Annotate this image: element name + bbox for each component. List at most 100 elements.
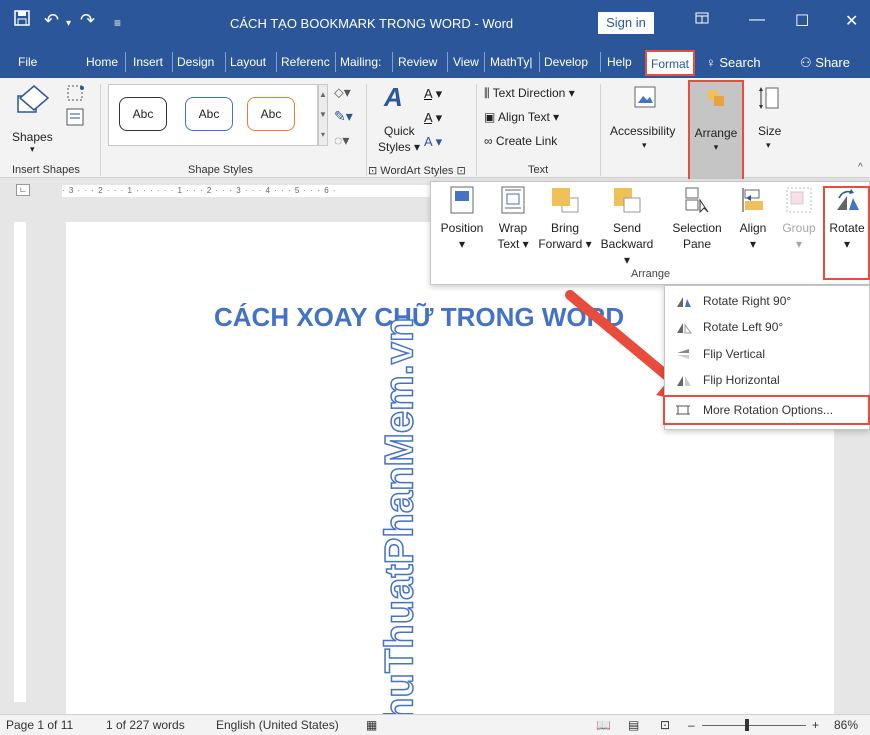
macro-icon[interactable]: ▦ — [366, 718, 377, 732]
text-direction-button[interactable]: ⫼ Text Direction ▾ — [484, 86, 575, 101]
tab-mathtype[interactable]: MathTy| — [490, 55, 532, 69]
tab-home[interactable]: Home — [86, 55, 118, 69]
wrap-text-icon — [501, 186, 525, 214]
flip-vertical-item[interactable]: Flip Vertical — [665, 341, 870, 367]
position-icon — [450, 186, 474, 214]
arrange-dropdown-icon: ▾ — [713, 142, 719, 152]
rotate-highlight — [823, 186, 870, 280]
shape-fill-icon[interactable]: ⬦▾ — [334, 84, 351, 101]
accessibility-label: Accessibility — [610, 124, 676, 138]
save-icon[interactable] — [14, 10, 30, 30]
print-layout-icon[interactable]: ▤ — [628, 718, 639, 732]
shape-style-1[interactable]: Abc — [119, 97, 167, 131]
flip-horizontal-icon — [677, 376, 691, 386]
wordart-styles-group-label: ⊡ WordArt Styles ⊡ — [368, 165, 466, 177]
selection-pane-button[interactable]: Selection Pane — [667, 186, 727, 252]
shapes-dropdown-icon[interactable]: ▾ — [30, 144, 35, 155]
align-icon — [742, 188, 763, 212]
shapes-icon[interactable] — [16, 82, 52, 125]
rotate-left-icon — [677, 323, 692, 334]
tab-review[interactable]: Review — [398, 55, 437, 69]
accessibility-dropdown-icon[interactable]: ▾ — [642, 140, 647, 151]
wrap-text-button[interactable]: Wrap Text ▾ — [491, 186, 535, 252]
group-button[interactable]: Group ▾ — [777, 186, 821, 252]
size-dropdown-icon[interactable]: ▾ — [766, 140, 771, 151]
language-status[interactable]: English (United States) — [216, 718, 339, 732]
shape-effects-icon[interactable]: ◌▾ — [334, 132, 349, 149]
arrange-button[interactable]: Arrange ▾ — [688, 80, 744, 181]
ribbon-display-options-icon[interactable] — [695, 11, 709, 29]
minimize-icon[interactable]: — — [749, 11, 765, 29]
undo-dropdown-icon[interactable]: ▾ — [66, 14, 71, 34]
zoom-slider[interactable] — [702, 725, 806, 726]
text-fill-icon[interactable]: A ▾ — [424, 86, 442, 102]
vertical-ruler[interactable] — [14, 222, 26, 702]
zoom-slider-thumb[interactable] — [745, 719, 749, 731]
lightbulb-icon: ♀ — [706, 55, 716, 70]
tab-file[interactable]: File — [18, 55, 37, 69]
page-count[interactable]: Page 1 of 11 — [6, 718, 73, 732]
shapes-label: Shapes — [12, 130, 53, 144]
tab-format[interactable]: Format — [645, 50, 695, 76]
web-layout-icon[interactable]: ⊡ — [660, 718, 670, 732]
svg-text:A: A — [383, 82, 403, 112]
rotated-text-box[interactable]: ThuThuatPhanMem.vn — [377, 317, 423, 735]
flip-vertical-icon — [677, 349, 689, 359]
tab-mailings[interactable]: Mailing: — [340, 55, 381, 69]
text-outline-icon[interactable]: A ▾ — [424, 110, 442, 126]
arrange-dropdown-panel: Position ▾ Wrap Text ▾ Bring Forward ▾ Send… — [430, 181, 870, 285]
read-mode-icon[interactable]: 📖 — [596, 718, 611, 732]
create-link-button[interactable]: ∞ Create Link — [484, 134, 557, 148]
customize-qat-icon[interactable]: ≡ — [114, 13, 121, 33]
text-effects-icon[interactable]: A ▾ — [424, 134, 442, 150]
gallery-scroll[interactable]: ▲ ▼ ▾ — [318, 84, 328, 146]
close-icon[interactable]: ✕ — [845, 11, 858, 31]
word-count[interactable]: 1 of 227 words — [106, 718, 185, 732]
tab-insert[interactable]: Insert — [133, 55, 163, 69]
alt-text-icon[interactable] — [634, 86, 656, 111]
zoom-out-button[interactable]: – — [688, 718, 695, 732]
collapse-ribbon-icon[interactable]: ^ — [858, 162, 863, 173]
tab-view[interactable]: View — [453, 55, 479, 69]
rotate-right-item[interactable]: Rotate Right 90° — [665, 288, 870, 314]
bring-forward-button[interactable]: Bring Forward ▾ — [537, 186, 593, 252]
tab-references[interactable]: Referenc — [281, 55, 330, 69]
tab-layout[interactable]: Layout — [230, 55, 266, 69]
arrange-group-label: Arrange — [631, 268, 671, 280]
sign-in-button[interactable]: Sign in — [598, 12, 654, 34]
text-group-label: Text — [528, 164, 549, 176]
zoom-in-button[interactable]: + — [812, 718, 819, 732]
redo-icon[interactable]: ↷ — [80, 10, 95, 30]
shape-outline-icon[interactable]: ✎▾ — [334, 108, 353, 125]
person-icon: ⚇ — [800, 55, 812, 70]
edit-shape-icon[interactable] — [66, 84, 88, 107]
tab-help[interactable]: Help — [607, 55, 632, 69]
search-box[interactable]: ♀ Search — [706, 55, 761, 70]
horizontal-ruler[interactable]: · 3 · · · 2 · · · 1 · · · · · · 1 · · · … — [62, 185, 430, 197]
send-backward-icon — [614, 188, 641, 213]
shape-style-3[interactable]: Abc — [247, 97, 295, 131]
undo-icon[interactable]: ↶ — [44, 10, 59, 30]
send-backward-button[interactable]: Send Backward ▾ — [597, 186, 657, 268]
size-icon[interactable] — [758, 86, 780, 113]
flip-horizontal-item[interactable]: Flip Horizontal — [665, 367, 870, 393]
status-bar: Page 1 of 11 1 of 227 words English (Uni… — [0, 714, 870, 735]
text-box-icon[interactable] — [66, 108, 84, 129]
rotated-text: ThuThuatPhanMem.vn — [377, 317, 423, 735]
quick-styles-icon[interactable]: A — [382, 82, 412, 115]
insert-shapes-group-label: Insert Shapes — [12, 164, 80, 176]
shape-styles-group-label: Shape Styles — [188, 164, 253, 176]
tab-selector-icon[interactable]: ∟ — [16, 184, 30, 196]
search-label: Search — [719, 55, 761, 70]
tab-developer[interactable]: Develop — [544, 55, 588, 69]
zoom-level[interactable]: 86% — [834, 718, 858, 732]
shape-style-2[interactable]: Abc — [185, 97, 233, 131]
tab-design[interactable]: Design — [177, 55, 214, 69]
align-button[interactable]: Align ▾ — [733, 186, 773, 252]
align-text-button[interactable]: ▣ Align Text ▾ — [484, 110, 559, 124]
share-button[interactable]: ⚇ Share — [800, 55, 850, 71]
rotate-left-item[interactable]: Rotate Left 90° — [665, 314, 870, 340]
maximize-icon[interactable]: ☐ — [795, 11, 809, 31]
document-title: CÁCH TẠO BOOKMARK TRONG WORD - Word — [230, 16, 514, 31]
position-button[interactable]: Position ▾ — [437, 186, 487, 252]
